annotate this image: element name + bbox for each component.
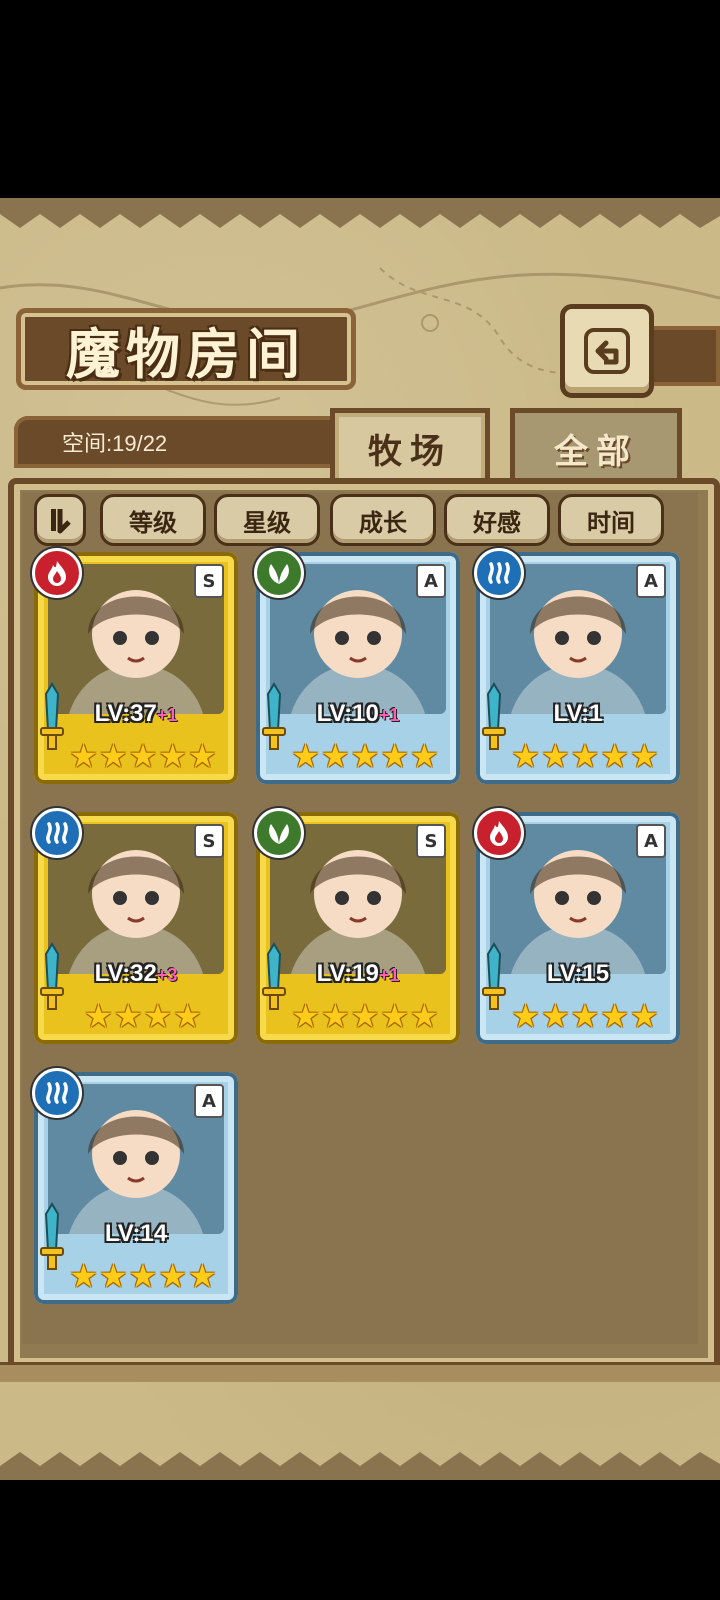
rank-badge: S	[194, 564, 224, 598]
star-icon: ★	[600, 737, 630, 775]
page-title: 魔物房间	[66, 321, 306, 386]
sort-level-button[interactable]: 等级	[100, 494, 206, 546]
level-value: LV:32	[94, 960, 157, 987]
rank-badge: A	[636, 824, 666, 858]
sort-growth-button[interactable]: 成长	[330, 494, 436, 546]
star-icon: ★	[98, 737, 128, 775]
level-bonus: +3	[156, 965, 178, 985]
water-element-icon	[32, 808, 82, 858]
star-icon: ★	[570, 997, 600, 1035]
star-icon: ★	[380, 997, 410, 1035]
level-value: LV:10	[316, 700, 379, 727]
grass-element-icon	[254, 808, 304, 858]
top-torn-edge	[0, 198, 720, 228]
star-icon: ★	[84, 997, 113, 1035]
level-label: LV:10+1	[256, 700, 460, 728]
water-element-icon	[474, 548, 524, 598]
rank-badge: A	[194, 1084, 224, 1118]
monster-card[interactable]: A LV:15 ★ ★ ★ ★ ★	[474, 808, 680, 1044]
level-label: LV:15	[476, 960, 680, 988]
monster-card[interactable]: S LV:37+1 ★ ★ ★ ★ ★	[32, 548, 238, 784]
monster-card[interactable]: S LV:32+3 ★ ★ ★ ★	[32, 808, 238, 1044]
water-element-icon	[32, 1068, 82, 1118]
star-icon: ★	[143, 997, 173, 1035]
star-icon: ★	[350, 737, 380, 775]
star-rating: ★ ★ ★ ★ ★	[68, 1258, 218, 1298]
star-icon: ★	[540, 997, 570, 1035]
level-value: LV:19	[316, 960, 379, 987]
star-icon: ★	[540, 737, 570, 775]
sort-toggle-icon	[51, 509, 71, 534]
sort-order-toggle-button[interactable]	[34, 494, 86, 546]
fire-element-icon	[474, 808, 524, 858]
star-icon: ★	[570, 737, 600, 775]
star-rating: ★ ★ ★ ★ ★	[68, 738, 218, 778]
level-label: LV:37+1	[34, 700, 238, 728]
level-value: LV:1	[553, 700, 603, 727]
grass-element-icon	[254, 548, 304, 598]
space-capacity: 空间:19/22	[62, 431, 168, 456]
star-rating: ★ ★ ★ ★ ★	[510, 738, 660, 778]
star-rating: ★ ★ ★ ★ ★	[290, 998, 440, 1038]
star-icon: ★	[350, 997, 380, 1035]
star-rating: ★ ★ ★ ★ ★	[510, 998, 660, 1038]
rank-badge: S	[194, 824, 224, 858]
return-arrow-icon	[584, 328, 630, 374]
star-icon: ★	[69, 1257, 98, 1295]
star-icon: ★	[173, 997, 202, 1035]
level-bonus: +1	[378, 705, 400, 725]
star-icon: ★	[128, 1257, 158, 1295]
star-icon: ★	[188, 737, 217, 775]
monster-card[interactable]: A LV:10+1 ★ ★ ★ ★ ★	[254, 548, 460, 784]
star-icon: ★	[630, 997, 659, 1035]
monster-card[interactable]: A LV:1 ★ ★ ★ ★ ★	[474, 548, 680, 784]
tab-all[interactable]: 全部	[510, 408, 682, 483]
star-icon: ★	[128, 737, 158, 775]
monster-room-screen: 魔物房间 空间:19/22 牧场 全部 等级 星级 成长 好感 时间 S LV:3…	[0, 198, 720, 1480]
star-icon: ★	[511, 997, 540, 1035]
title-plate: 魔物房间	[16, 308, 356, 390]
back-button[interactable]	[560, 304, 654, 398]
monster-card[interactable]: S LV:19+1 ★ ★ ★ ★ ★	[254, 808, 460, 1044]
star-icon: ★	[291, 737, 320, 775]
star-icon: ★	[380, 737, 410, 775]
star-icon: ★	[188, 1257, 217, 1295]
sort-affection-button[interactable]: 好感	[444, 494, 550, 546]
level-label: LV:1	[476, 700, 680, 728]
level-bonus: +1	[156, 705, 178, 725]
level-label: LV:19+1	[256, 960, 460, 988]
bottom-strip	[0, 1362, 720, 1382]
star-rating: ★ ★ ★ ★	[68, 998, 218, 1038]
fire-element-icon	[32, 548, 82, 598]
star-icon: ★	[158, 737, 188, 775]
star-icon: ★	[410, 737, 439, 775]
rank-badge: A	[636, 564, 666, 598]
star-icon: ★	[320, 997, 350, 1035]
rank-badge: A	[416, 564, 446, 598]
sort-time-button[interactable]: 时间	[558, 494, 664, 546]
star-icon: ★	[113, 997, 143, 1035]
monster-card[interactable]: A LV:14 ★ ★ ★ ★ ★	[32, 1068, 238, 1304]
bottom-torn-edge	[0, 1452, 720, 1480]
star-icon: ★	[158, 1257, 188, 1295]
star-icon: ★	[410, 997, 439, 1035]
level-value: LV:37	[94, 700, 157, 727]
star-icon: ★	[630, 737, 659, 775]
star-icon: ★	[600, 997, 630, 1035]
rank-badge: S	[416, 824, 446, 858]
tab-ranch[interactable]: 牧场	[330, 408, 490, 483]
star-icon: ★	[98, 1257, 128, 1295]
level-bonus: +1	[378, 965, 400, 985]
sort-star-button[interactable]: 星级	[214, 494, 320, 546]
star-icon: ★	[291, 997, 320, 1035]
star-rating: ★ ★ ★ ★ ★	[290, 738, 440, 778]
star-icon: ★	[69, 737, 98, 775]
level-label: LV:14	[34, 1220, 238, 1248]
star-icon: ★	[511, 737, 540, 775]
header-right-band	[646, 326, 720, 386]
level-value: LV:15	[546, 960, 610, 987]
level-label: LV:32+3	[34, 960, 238, 988]
star-icon: ★	[320, 737, 350, 775]
level-value: LV:14	[104, 1220, 168, 1247]
